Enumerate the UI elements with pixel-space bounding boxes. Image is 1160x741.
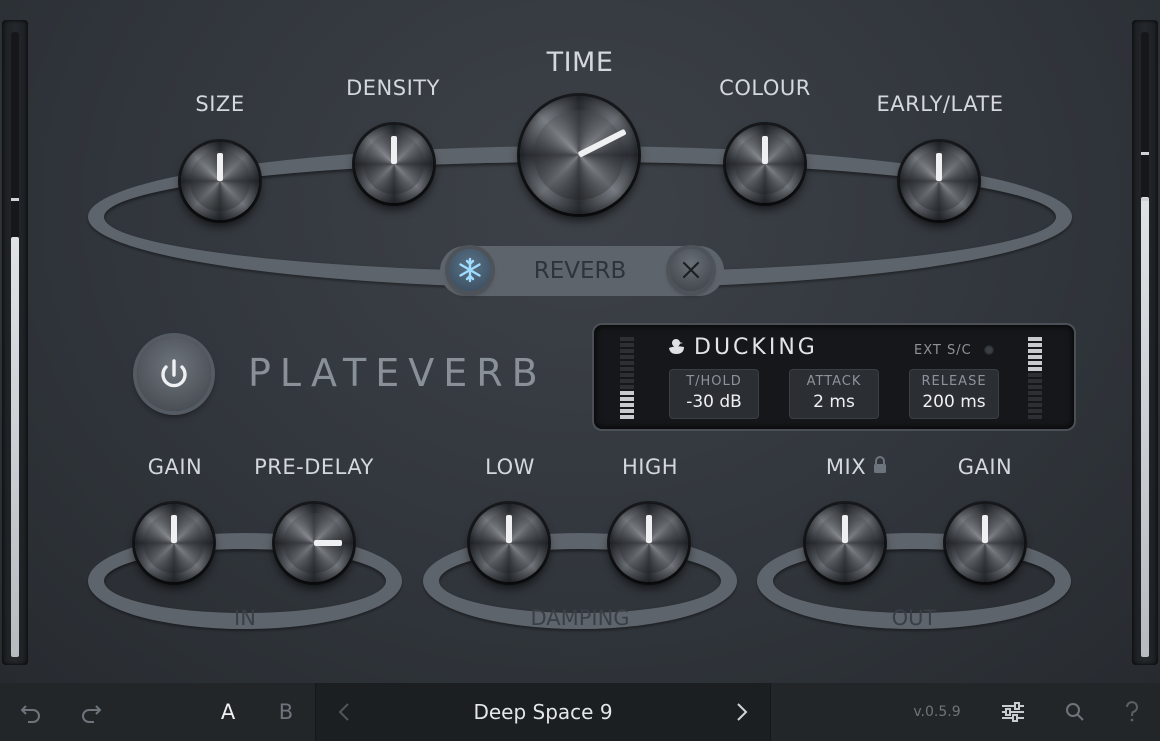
freeze-button[interactable] (449, 249, 491, 291)
search-button[interactable] (1063, 697, 1087, 727)
meter-segment (620, 397, 634, 401)
meter-segment (1028, 355, 1042, 359)
ext-sc-label: EXT S/C (914, 343, 972, 358)
size-label: SIZE (195, 92, 245, 116)
meter-segment (1028, 361, 1042, 365)
meter-segment (1028, 367, 1042, 371)
output-level-meter (1132, 20, 1158, 665)
predelay-knob[interactable] (275, 504, 353, 582)
snowflake-icon (459, 257, 481, 283)
density-knob[interactable] (355, 125, 433, 203)
input-gain-label: GAIN (147, 455, 203, 479)
meter-segment (620, 385, 634, 389)
meter-segment (1028, 403, 1042, 407)
size-knob[interactable] (181, 142, 259, 220)
meter-segment (1028, 373, 1042, 377)
input-level-meter (2, 20, 28, 665)
meter-segment (620, 373, 634, 377)
meter-segment (1028, 391, 1042, 395)
high-label: HIGH (621, 455, 679, 479)
preset-a-button[interactable]: A (216, 697, 240, 727)
redo-icon (82, 705, 102, 723)
meter-segment (1028, 349, 1042, 353)
bottom-bar: A B Deep Space 9 v.0.5.9 (0, 683, 1160, 741)
meter-segment (620, 379, 634, 383)
meter-segment (1028, 397, 1042, 401)
attack-field[interactable]: ATTACK 2 ms (789, 369, 879, 419)
preset-b-button[interactable]: B (274, 697, 298, 727)
chevron-left-icon (338, 703, 349, 721)
reverb-clear-button[interactable] (670, 249, 712, 291)
ext-sc-led[interactable] (984, 345, 994, 355)
meter-segment (620, 367, 634, 371)
meter-segment (620, 391, 634, 395)
meter-segment (1028, 379, 1042, 383)
version-label: v.0.5.9 (913, 704, 961, 720)
next-preset-button[interactable] (732, 697, 752, 727)
early-late-label: EARLY/LATE (876, 92, 1004, 116)
meter-segment (1028, 409, 1042, 413)
meter-segment (620, 343, 634, 347)
predelay-label: PRE-DELAY (254, 455, 374, 479)
previous-preset-button[interactable] (334, 697, 354, 727)
low-label: LOW (485, 455, 535, 479)
output-gain-label: GAIN (957, 455, 1013, 479)
meter-segment (620, 355, 634, 359)
meter-segment (1028, 415, 1042, 419)
redo-button[interactable] (78, 697, 104, 727)
input-section-label: IN (234, 606, 256, 630)
search-icon (1066, 703, 1084, 721)
release-value: 200 ms (922, 392, 986, 412)
undo-button[interactable] (18, 697, 44, 727)
output-section-label: OUT (891, 606, 937, 630)
time-knob[interactable] (520, 96, 638, 214)
density-label: DENSITY (346, 76, 440, 100)
help-icon (1126, 701, 1138, 722)
t-hold-field[interactable]: T/HOLD -30 dB (669, 369, 759, 419)
help-button[interactable] (1120, 697, 1144, 727)
meter-segment (1028, 337, 1042, 341)
colour-label: COLOUR (719, 76, 811, 100)
undo-icon (20, 705, 40, 723)
lock-icon[interactable] (873, 456, 887, 474)
meter-segment (620, 337, 634, 341)
t-hold-label: T/HOLD (686, 374, 742, 389)
mix-label: MIX (825, 455, 867, 479)
attack-value: 2 ms (813, 392, 855, 412)
power-icon (161, 359, 187, 388)
input-gain-knob[interactable] (135, 504, 213, 582)
meter-segment (620, 349, 634, 353)
time-label: TIME (546, 47, 614, 78)
power-button[interactable] (137, 337, 211, 411)
early-late-knob[interactable] (900, 142, 978, 220)
release-field[interactable]: RELEASE 200 ms (909, 369, 999, 419)
damping-high-knob[interactable] (610, 504, 688, 582)
meter-segment (620, 415, 634, 419)
plugin-panel: SIZE DENSITY TIME COLOUR EARLY/LATE REVE… (0, 0, 1160, 683)
meter-segment (1028, 343, 1042, 347)
attack-label: ATTACK (806, 374, 862, 389)
colour-knob[interactable] (726, 125, 804, 203)
output-gain-knob[interactable] (946, 504, 1024, 582)
damping-section-label: DAMPING (530, 606, 630, 630)
brand-name: PLATEVERB (248, 351, 547, 395)
meter-segment (620, 403, 634, 407)
reverb-section-label: REVERB (533, 258, 627, 284)
release-label: RELEASE (921, 374, 987, 389)
preset-name[interactable]: Deep Space 9 (396, 697, 690, 727)
mix-knob[interactable] (806, 504, 884, 582)
t-hold-value: -30 dB (686, 392, 742, 412)
meter-segment (620, 361, 634, 365)
preset-browser: Deep Space 9 (315, 683, 771, 741)
close-icon (682, 261, 700, 279)
settings-button[interactable] (1000, 697, 1026, 727)
ducking-panel: DUCKING EXT S/C T/HOLD -30 dB ATTACK 2 m… (592, 323, 1076, 431)
duck-icon (669, 339, 684, 354)
sliders-icon (1002, 702, 1024, 722)
chevron-right-icon (737, 703, 748, 721)
meter-segment (1028, 385, 1042, 389)
ducking-title: DUCKING (694, 335, 818, 360)
meter-segment (620, 409, 634, 413)
damping-low-knob[interactable] (470, 504, 548, 582)
